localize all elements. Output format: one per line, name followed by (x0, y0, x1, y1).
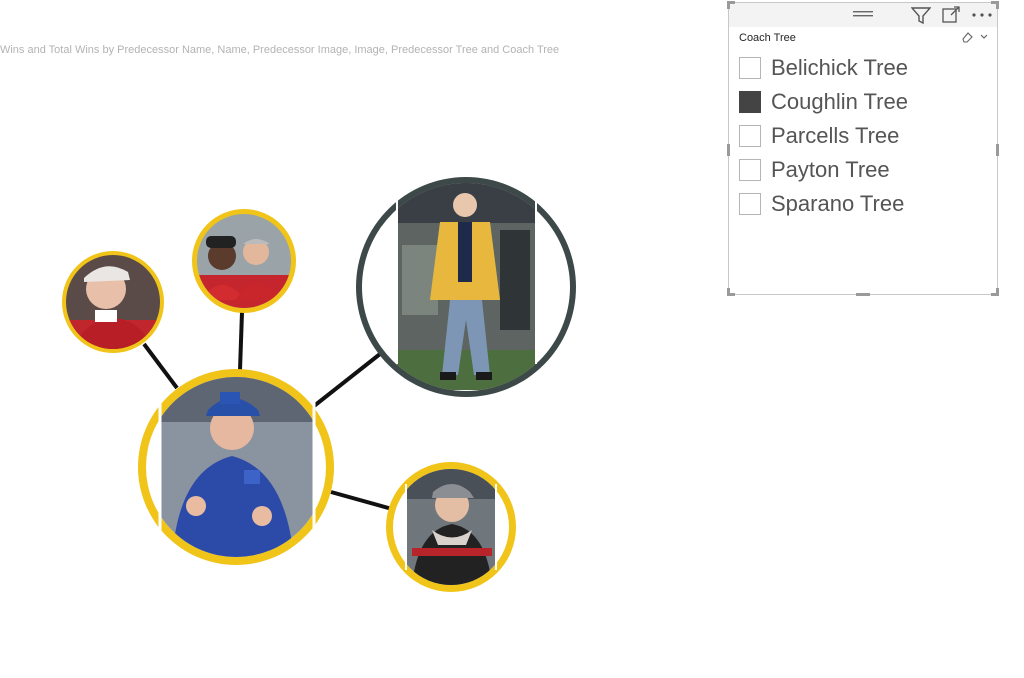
resize-handle-top-right[interactable] (996, 1, 999, 9)
filter-icon[interactable] (909, 5, 933, 25)
checkbox[interactable] (739, 193, 761, 215)
edge-coughlin-two-coaches (238, 311, 244, 371)
predecessor-node-bills[interactable] (386, 462, 516, 592)
slicer-item-parcells[interactable]: Parcells Tree (739, 119, 908, 153)
resize-handle-top-left[interactable] (727, 1, 730, 9)
predecessor-node-two-coaches[interactable] (190, 209, 300, 320)
resize-handle-right[interactable] (996, 144, 999, 156)
eraser-icon[interactable] (961, 31, 973, 46)
slicer-header (729, 3, 997, 27)
predecessor-node-gold-jacket[interactable] (356, 177, 576, 397)
resize-handle-bottom[interactable] (856, 293, 870, 296)
coach-tree-slicer[interactable]: Coach Tree Belichick Tree Coughlin Tree … (727, 1, 999, 296)
more-options-icon[interactable] (969, 5, 995, 25)
slicer-list: Belichick Tree Coughlin Tree Parcells Tr… (739, 51, 908, 221)
chevron-down-icon[interactable] (979, 31, 989, 46)
drag-handle-icon[interactable] (851, 5, 875, 25)
slicer-item-belichick[interactable]: Belichick Tree (739, 51, 908, 85)
slicer-item-label: Belichick Tree (771, 55, 908, 80)
checkbox-checked[interactable] (739, 91, 761, 113)
slicer-title: Coach Tree (739, 32, 796, 44)
edge-coughlin-bills (330, 490, 393, 511)
resize-handle-bottom-right[interactable] (996, 288, 999, 296)
slicer-item-label: Coughlin Tree (771, 89, 908, 114)
slicer-item-sparano[interactable]: Sparano Tree (739, 187, 908, 221)
predecessor-node-red-jacket[interactable] (60, 250, 170, 360)
checkbox[interactable] (739, 125, 761, 147)
resize-handle-left[interactable] (727, 144, 730, 156)
slicer-item-payton[interactable]: Payton Tree (739, 153, 908, 187)
slicer-tools (961, 31, 989, 46)
slicer-item-label: Sparano Tree (771, 191, 905, 216)
checkbox[interactable] (739, 159, 761, 181)
resize-handle-bottom-left[interactable] (727, 288, 730, 296)
coughlin-node[interactable] (138, 369, 334, 565)
checkbox[interactable] (739, 57, 761, 79)
slicer-item-coughlin[interactable]: Coughlin Tree (739, 85, 908, 119)
edge-coughlin-red-jacket (142, 342, 179, 390)
focus-mode-icon[interactable] (939, 5, 963, 25)
slicer-item-label: Payton Tree (771, 157, 890, 182)
edge-coughlin-gold-jacket (312, 352, 382, 408)
slicer-item-label: Parcells Tree (771, 123, 900, 148)
